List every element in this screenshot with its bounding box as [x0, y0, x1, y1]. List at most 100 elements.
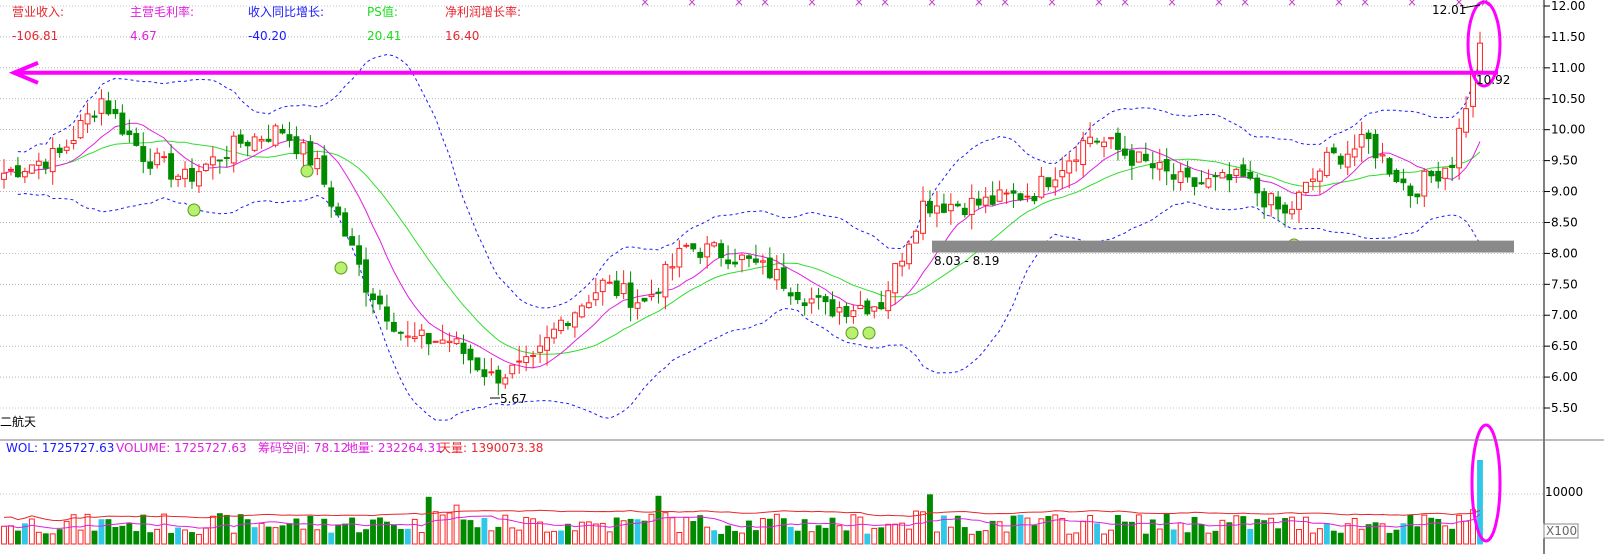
volume-bar	[356, 532, 363, 545]
candle-body	[725, 259, 732, 265]
candle	[467, 344, 474, 374]
volume-bar	[390, 524, 397, 545]
volume-bar	[147, 532, 154, 545]
candle	[578, 303, 585, 319]
signal-cross: ×	[880, 0, 890, 9]
volume-bar	[829, 517, 836, 545]
volume-bar	[335, 524, 342, 545]
candle	[1184, 160, 1191, 183]
volume-bar	[56, 529, 63, 545]
candle-body	[307, 141, 314, 166]
signal-cross: ×	[687, 0, 697, 9]
volume-bar	[1080, 520, 1087, 545]
volume-bar	[42, 533, 49, 545]
candle-body	[342, 212, 349, 237]
candle	[35, 152, 42, 180]
candle-body	[683, 244, 690, 247]
volume-bar	[481, 517, 488, 545]
candle-body	[878, 302, 885, 310]
volume-bar	[871, 527, 878, 545]
candle	[787, 287, 794, 305]
volume-bar	[606, 531, 613, 545]
volume-bar	[495, 526, 502, 545]
volume-bar	[669, 517, 676, 545]
volume-bar	[794, 530, 801, 545]
candle-body	[1379, 154, 1386, 157]
candle-body	[8, 168, 14, 171]
candle	[314, 150, 321, 176]
candle-body	[1316, 170, 1323, 182]
candle-body	[286, 134, 293, 141]
candle-body	[1282, 204, 1288, 214]
volume-bar	[613, 517, 620, 545]
candle-body	[662, 263, 669, 298]
volume-bar	[864, 533, 871, 545]
candle	[300, 138, 307, 167]
candle	[1442, 167, 1449, 191]
candle-body	[1226, 174, 1233, 181]
volume-bar	[1059, 517, 1066, 545]
volume-bars	[1, 459, 1483, 545]
annotation-support-label: 8.03 - 8.19	[934, 254, 999, 268]
highlight-ellipse-volume	[1470, 423, 1502, 543]
candle	[1163, 148, 1170, 186]
volume-bar	[237, 514, 244, 545]
volume-bar	[8, 525, 14, 545]
volume-bar	[342, 523, 349, 545]
candle	[154, 147, 161, 169]
candle	[927, 190, 933, 218]
volume-bar	[878, 527, 885, 545]
candle	[940, 193, 947, 214]
stock-name-fragment: 二航天	[0, 414, 36, 429]
candle-body	[1115, 132, 1121, 150]
signal-cross: ×	[1120, 0, 1130, 9]
candle-body	[1275, 196, 1282, 210]
signal-cross: ×	[734, 0, 744, 9]
candle	[1087, 122, 1094, 148]
candle	[551, 322, 557, 344]
candle-body	[913, 230, 919, 244]
volume-bar	[920, 511, 926, 545]
signal-cross: ×	[1360, 0, 1370, 9]
candle-body	[272, 125, 279, 146]
candle-body	[28, 164, 35, 174]
candle	[1135, 151, 1142, 163]
volume-bar	[1017, 514, 1024, 545]
volume-bar	[1323, 523, 1330, 545]
candle	[1170, 163, 1177, 191]
indicator-value-ps: 20.41	[367, 29, 401, 43]
candle	[1205, 169, 1212, 189]
volume-bar	[773, 513, 780, 545]
candle	[56, 143, 63, 158]
candle-body	[202, 163, 209, 172]
candle-body	[98, 98, 105, 114]
candle	[599, 278, 606, 306]
volume-bar	[516, 529, 523, 545]
candle	[119, 104, 126, 136]
candle-body	[551, 328, 557, 339]
candle	[1365, 129, 1372, 154]
candle	[418, 323, 425, 349]
volume-bar	[223, 514, 230, 545]
candle	[161, 151, 168, 163]
candle-body	[328, 187, 335, 207]
candle	[1414, 193, 1421, 205]
signal-marker	[862, 326, 876, 340]
candle	[620, 270, 627, 300]
candle	[864, 298, 871, 316]
candle-body	[1435, 170, 1442, 182]
volume-bar	[906, 528, 913, 545]
price-axis: 12.00 11.50 11.00 10.50 10.00 9.50 9.00 8.50 8.0…	[1544, 0, 1585, 415]
candle-body	[321, 155, 328, 185]
signal-cross: ×	[927, 0, 937, 9]
candle-body	[620, 283, 627, 295]
candle-body	[216, 159, 223, 162]
candle	[982, 187, 989, 214]
volume-bar	[697, 515, 704, 545]
volume-bar	[1170, 529, 1177, 545]
candle-body	[892, 263, 899, 294]
signal-marker	[334, 261, 348, 275]
candle	[237, 129, 244, 148]
candle	[1254, 174, 1261, 207]
candle-body	[968, 197, 975, 215]
